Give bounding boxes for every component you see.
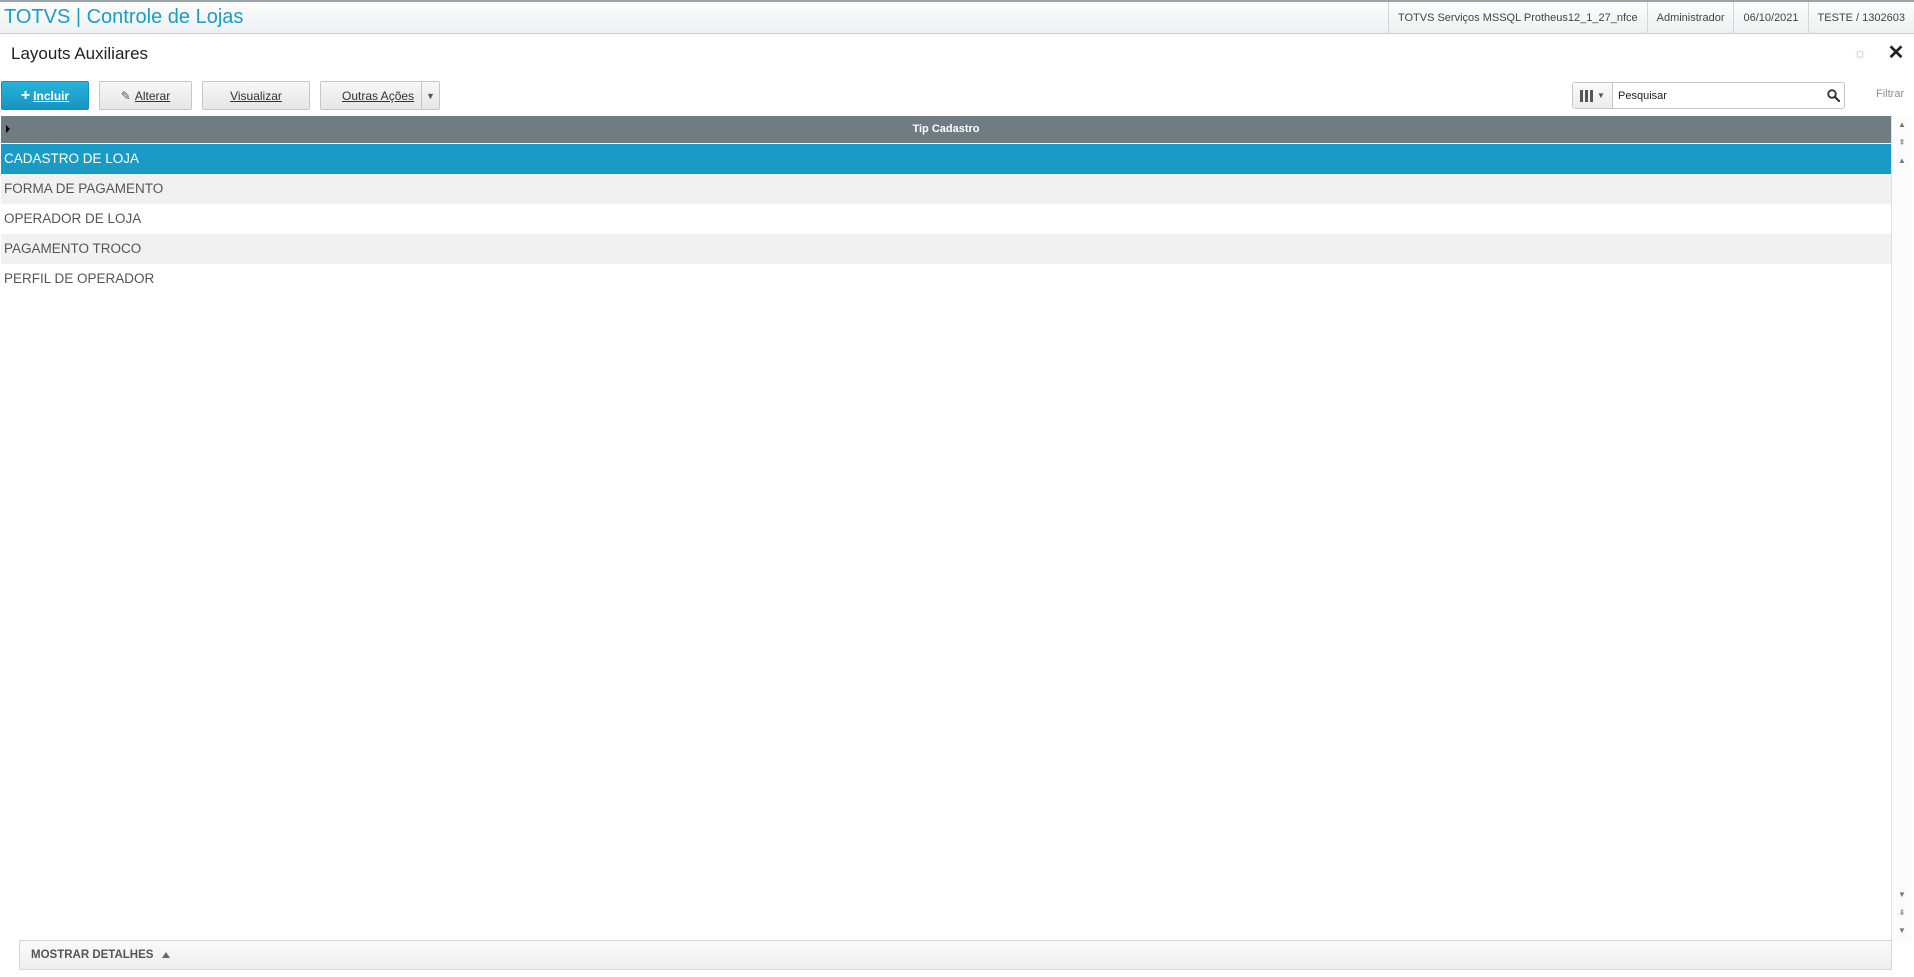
- alterar-button[interactable]: ✎ Alterar: [99, 81, 192, 110]
- user-label[interactable]: Administrador: [1646, 2, 1734, 34]
- grid-body: CADASTRO DE LOJA FORMA DE PAGAMENTO OPER…: [1, 144, 1891, 294]
- table-row[interactable]: FORMA DE PAGAMENTO: [1, 174, 1891, 204]
- search-icon[interactable]: [1822, 85, 1844, 107]
- table-row[interactable]: PAGAMENTO TROCO: [1, 234, 1891, 264]
- close-icon[interactable]: ✕: [1886, 43, 1906, 63]
- chevron-down-icon: ▼: [1597, 91, 1605, 100]
- plus-icon: +: [20, 86, 31, 104]
- top-header: TOTVS | Controle de Lojas TOTVS Serviços…: [0, 0, 1914, 34]
- scroll-down-icon[interactable]: ▼: [1896, 888, 1908, 902]
- search-input[interactable]: [1613, 84, 1822, 107]
- app-title: TOTVS | Controle de Lojas: [4, 6, 244, 28]
- table-row[interactable]: CADASTRO DE LOJA: [1, 144, 1891, 174]
- columns-icon: [1580, 89, 1594, 102]
- alterar-label: Alterar: [134, 88, 171, 103]
- column-header-tip-cadastro[interactable]: Tip Cadastro: [1, 116, 1891, 143]
- scroll-top-icon[interactable]: ▲: [1896, 118, 1908, 132]
- table-row[interactable]: OPERADOR DE LOJA: [1, 204, 1891, 234]
- gear-icon[interactable]: ☼: [1852, 46, 1868, 62]
- filtrar-link[interactable]: Filtrar: [1876, 88, 1904, 100]
- vertical-scrollbar[interactable]: ▲ ⇞ ▲ ▼ ⇟ ▼: [1891, 116, 1911, 941]
- incluir-label: Incluir: [33, 88, 70, 103]
- pencil-icon: ✎: [120, 88, 131, 103]
- chevron-up-icon: [162, 952, 171, 958]
- session-info: TOTVS Serviços MSSQL Protheus12_1_27_nfc…: [1387, 2, 1914, 34]
- chevron-down-icon[interactable]: ▼: [421, 82, 439, 109]
- outras-acoes-label: Outras Ações: [342, 88, 415, 103]
- table-row[interactable]: PERFIL DE OPERADOR: [1, 264, 1891, 294]
- column-selector-button[interactable]: ▼: [1573, 83, 1613, 108]
- search-box: ▼: [1572, 82, 1845, 109]
- page-title: Layouts Auxiliares: [11, 44, 149, 63]
- environment-label[interactable]: TOTVS Serviços MSSQL Protheus12_1_27_nfc…: [1387, 2, 1647, 34]
- date-label[interactable]: 06/10/2021: [1733, 2, 1807, 34]
- scroll-page-down-icon[interactable]: ⇟: [1896, 906, 1908, 920]
- visualizar-label: Visualizar: [230, 88, 282, 103]
- mostrar-detalhes-label: MOSTRAR DETALHES: [31, 949, 154, 961]
- company-label[interactable]: TESTE / 1302603: [1807, 2, 1914, 34]
- incluir-button[interactable]: + Incluir: [1, 81, 89, 110]
- outras-acoes-button[interactable]: Outras Ações ▼: [320, 81, 440, 110]
- scroll-up-icon[interactable]: ▲: [1896, 154, 1908, 168]
- scroll-bottom-icon[interactable]: ▼: [1896, 924, 1908, 938]
- grid-header: Tip Cadastro: [1, 116, 1891, 143]
- visualizar-button[interactable]: Visualizar: [202, 81, 310, 110]
- scroll-page-up-icon[interactable]: ⇞: [1896, 136, 1908, 150]
- mostrar-detalhes-button[interactable]: MOSTRAR DETALHES: [19, 940, 1892, 970]
